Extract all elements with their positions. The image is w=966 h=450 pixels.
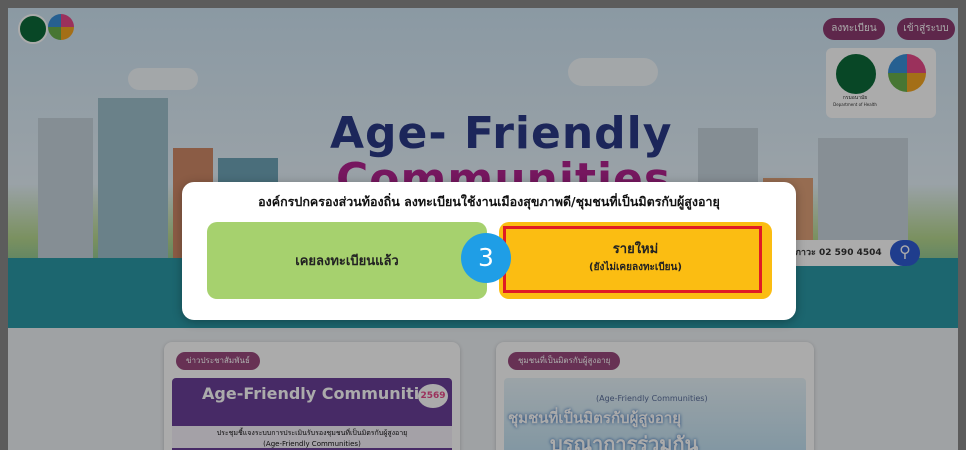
existing-registration-button[interactable]: เคยลงทะเบียนแล้ว — [207, 222, 487, 299]
existing-registration-label: เคยลงทะเบียนแล้ว — [295, 254, 399, 269]
step-number-badge: 3 — [461, 233, 511, 283]
new-registration-label: รายใหม่ — [612, 242, 659, 257]
new-registration-sublabel: (ยังไม่เคยลงทะเบียน) — [589, 262, 682, 273]
modal-title: องค์กรปกครองส่วนท้องถิ่น ลงทะเบียนใช้งาน… — [258, 194, 720, 209]
new-registration-button[interactable]: รายใหม่ (ยังไม่เคยลงทะเบียน) — [499, 222, 772, 299]
